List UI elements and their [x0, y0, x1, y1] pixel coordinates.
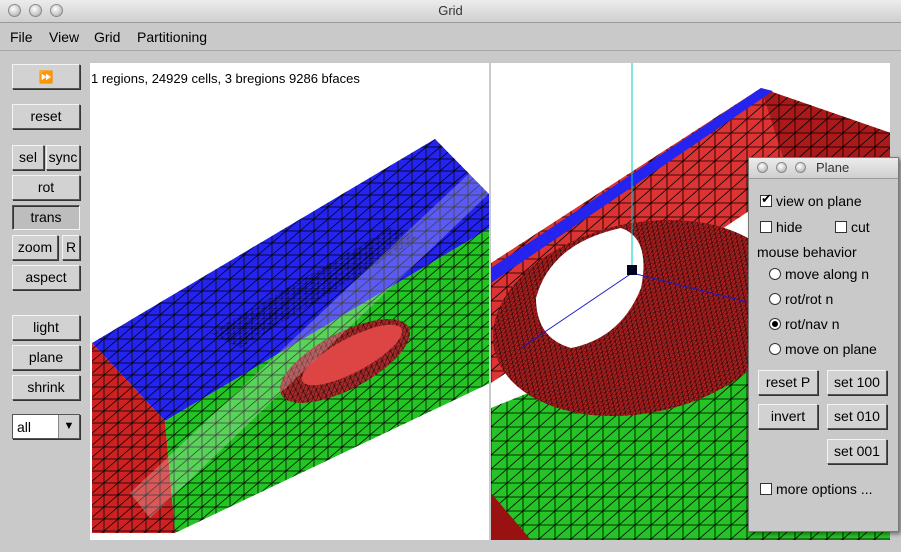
plane-panel-title: Plane [816, 160, 850, 175]
set-010-button[interactable]: set 010 [827, 404, 887, 429]
invert-button[interactable]: invert [758, 404, 818, 429]
dropdown-arrow-icon[interactable]: ▼ [58, 415, 79, 438]
window-titlebar: Grid [0, 0, 901, 23]
reset-zoom-button[interactable]: R [62, 235, 80, 260]
radio-selected-dot [772, 321, 778, 327]
aspect-button[interactable]: aspect [12, 265, 80, 290]
viewport-left[interactable]: 1 regions, 24929 cells, 3 bregions 9286 … [90, 63, 489, 540]
trans-button[interactable]: trans [12, 205, 80, 230]
view-on-plane-label: view on plane [776, 193, 862, 209]
panel-minimize-button[interactable] [776, 162, 787, 173]
region-filter-value: all [17, 419, 32, 435]
window-title: Grid [438, 3, 463, 18]
reset-p-button[interactable]: reset P [758, 370, 818, 395]
region-filter-select[interactable]: all ▼ [12, 414, 80, 439]
rot-button[interactable]: rot [12, 175, 80, 200]
menu-file[interactable]: File [10, 29, 33, 45]
more-options-checkbox[interactable] [760, 483, 772, 495]
mode-rot-rot-n-label: rot/rot n [785, 291, 834, 307]
check-icon: ✔ [761, 191, 772, 206]
mesh-render-left[interactable] [90, 63, 489, 540]
menu-partitioning[interactable]: Partitioning [137, 29, 207, 45]
cut-checkbox[interactable] [835, 221, 847, 233]
mouse-behavior-label: mouse behavior [757, 244, 857, 260]
hide-checkbox[interactable] [760, 221, 772, 233]
set-001-button[interactable]: set 001 [827, 439, 887, 464]
view-on-plane-checkbox[interactable]: ✔ [760, 191, 772, 207]
cut-label: cut [851, 219, 870, 235]
mode-move-along-n-label: move along n [785, 266, 870, 282]
panel-zoom-button[interactable] [795, 162, 806, 173]
light-button[interactable]: light [12, 315, 80, 340]
hide-label: hide [776, 219, 803, 235]
menu-view[interactable]: View [49, 29, 79, 45]
mode-rot-rot-n-radio[interactable] [769, 293, 781, 305]
mode-move-along-n-radio[interactable] [769, 268, 781, 280]
fast-forward-icon: ⏩ [38, 70, 54, 84]
menu-grid[interactable]: Grid [94, 29, 120, 45]
plane-panel-titlebar[interactable]: Plane [749, 158, 898, 179]
panel-close-button[interactable] [757, 162, 768, 173]
zoom-button[interactable]: zoom [12, 235, 58, 260]
mode-move-on-plane-label: move on plane [785, 341, 877, 357]
shrink-button[interactable]: shrink [12, 375, 80, 400]
menubar: File View Grid Partitioning [0, 23, 901, 51]
mode-rot-nav-n-radio[interactable] [769, 318, 781, 330]
play-button[interactable]: ⏩ [12, 64, 80, 89]
more-options-label: more options ... [776, 481, 873, 497]
plane-button[interactable]: plane [12, 345, 80, 370]
plane-handle[interactable] [627, 265, 637, 275]
mode-rot-nav-n-label: rot/nav n [785, 316, 840, 332]
mode-move-on-plane-radio[interactable] [769, 343, 781, 355]
sel-button[interactable]: sel [12, 145, 44, 170]
reset-button[interactable]: reset [12, 104, 80, 129]
sync-button[interactable]: sync [46, 145, 80, 170]
set-100-button[interactable]: set 100 [827, 370, 887, 395]
plane-panel: Plane ✔ view on plane hide cut mouse beh… [748, 157, 899, 532]
grid-status-text: 1 regions, 24929 cells, 3 bregions 9286 … [91, 71, 360, 86]
